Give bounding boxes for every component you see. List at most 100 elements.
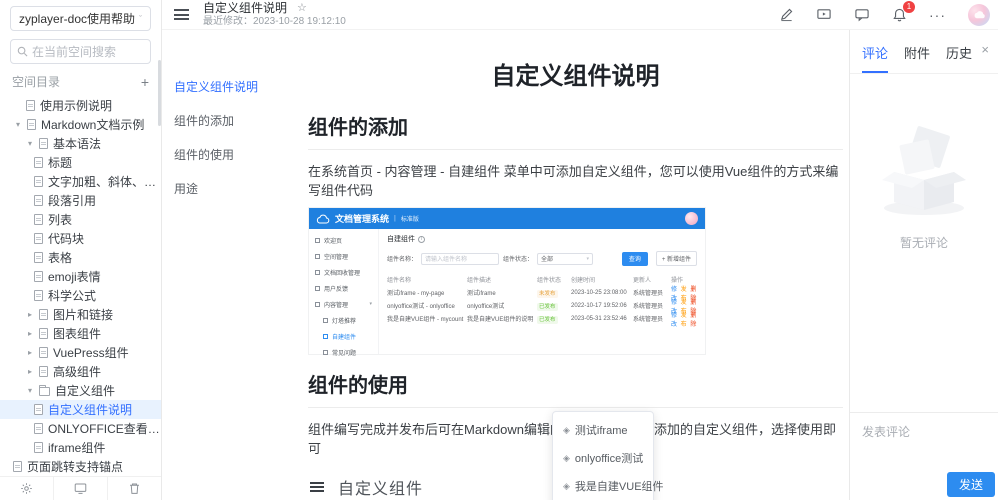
tree-item[interactable]: 文字加粗、斜体、下划线、删... [0,172,161,191]
shot-menu-subitem: 灯塔推荐 [309,312,378,328]
toc-item-active[interactable]: 自定义组件说明 [174,78,300,95]
tree-item[interactable]: iframe组件 [0,438,161,457]
doc-icon [34,176,43,187]
settings-gear-icon[interactable] [0,477,53,500]
comments-empty-state: 暂无评论 [850,74,998,412]
menu-item[interactable]: ◈我是自建VUE组件 [553,472,653,500]
status-badge: 已发布 [537,316,558,324]
tree-item[interactable]: 科学公式 [0,286,161,305]
trash-icon[interactable] [107,477,161,500]
tree-item[interactable]: 页面跳转支持锚点 [0,457,161,476]
chevron-right-icon[interactable]: ▸ [26,310,34,319]
tree-item-selected[interactable]: 自定义组件说明 [0,400,161,419]
shot-table: 组件名称组件描述组件状态创建时间更新人操作 测试iframe - my-page… [387,273,697,325]
doc-title: 自定义组件说明 [203,2,287,15]
menu-item[interactable]: ◈测试iframe [553,416,653,444]
doc-tree: 使用示例说明 ▾Markdown文档示例 ▾基本语法 标题 文字加粗、斜体、下划… [0,94,161,476]
toc-item[interactable]: 组件的使用 [174,146,300,163]
shot-separator: | [394,215,396,222]
toc-item[interactable]: 组件的添加 [174,112,300,129]
doc-icon [34,271,43,282]
search-input[interactable] [32,45,142,59]
chevron-down-icon[interactable]: ▾ [26,386,34,395]
tab-attachments[interactable]: 附件 [904,43,930,73]
user-avatar[interactable] [968,4,990,26]
tree-item[interactable]: 段落引用 [0,191,161,210]
search-icon [17,46,28,57]
tree-item[interactable]: ▾自定义组件 [0,381,161,400]
component-diamond-icon: ◈ [563,453,570,464]
tree-item[interactable]: ▸图表组件 [0,324,161,343]
tree-item[interactable]: 代码块 [0,229,161,248]
left-sidebar: zyplayer-doc使用帮助 ˇ 空间目录 + 使用示例说明 ▾Markdo… [0,0,162,500]
shot-edition: 标准版 [401,214,419,223]
last-modified-text: 最近修改：2023-10-28 19:12:10 [203,16,346,27]
tree-item[interactable]: 使用示例说明 [0,96,161,115]
tree-item[interactable]: emoji表情 [0,267,161,286]
section-heading-use: 组件的使用 [308,369,843,408]
tree-item[interactable]: ▾基本语法 [0,134,161,153]
comment-compose-area: 发送 [850,412,998,500]
shot-search-button: 查询 [622,252,648,266]
message-chat-icon[interactable] [854,7,870,22]
shot-header: 文档管理系统 | 标准版 [309,208,705,229]
close-icon[interactable]: × [981,42,989,57]
notification-badge: 1 [903,1,915,13]
star-favorite-icon[interactable]: ☆ [297,2,307,14]
space-selector[interactable]: zyplayer-doc使用帮助 ˇ [10,6,151,31]
sidebar-scrollbar[interactable] [158,60,161,126]
shot-menu-subitem: 常见问题 [309,344,378,360]
menu-burger-icon[interactable] [174,9,189,20]
tree-item[interactable]: ▾Markdown文档示例 [0,115,161,134]
directory-title: 空间目录 [12,73,60,90]
more-ellipsis-icon[interactable]: ··· [929,7,946,23]
chevron-right-icon[interactable]: ▸ [26,348,34,357]
doc-icon [13,461,22,472]
chevron-down-icon[interactable]: ▾ [26,139,34,148]
embedded-screenshot-admin: 文档管理系统 | 标准版 欢迎页 空间管理 文档回收管理 用户反馈 内容管理▾ … [308,207,706,355]
display-monitor-icon[interactable] [53,477,107,500]
directory-header: 空间目录 + [0,64,161,94]
doc-icon [34,252,43,263]
status-badge: 已发布 [537,303,558,311]
tree-item[interactable]: 表格 [0,248,161,267]
notification-bell-icon[interactable]: 1 [892,7,907,23]
custom-component-menu: ◈测试iframe ◈onlyoffice测试 ◈我是自建VUE组件 [552,411,654,500]
tree-item[interactable]: ▸高级组件 [0,362,161,381]
doc-icon [34,214,43,225]
doc-icon [27,119,36,130]
right-panel-tabs: 评论 附件 历史 [850,30,998,74]
shot-avatar [685,212,698,225]
presentation-icon[interactable] [816,7,832,22]
search-box[interactable] [10,39,151,64]
send-button[interactable]: 发送 [947,472,995,497]
app-window: zyplayer-doc使用帮助 ˇ 空间目录 + 使用示例说明 ▾Markdo… [0,0,998,500]
shot-menu-item: 欢迎页 [309,232,378,248]
chevron-right-icon[interactable]: ▸ [26,367,34,376]
edit-pencil-icon[interactable] [779,7,794,22]
status-badge: 未发布 [537,290,558,298]
doc-icon [39,138,48,149]
doc-icon [34,157,43,168]
tree-item[interactable]: 标题 [0,153,161,172]
tree-item[interactable]: ▸图片和链接 [0,305,161,324]
tab-history[interactable]: 历史 [946,43,972,73]
component-diamond-icon: ◈ [563,481,570,492]
section-body-add: 在系统首页 - 内容管理 - 自建组件 菜单中可添加自定义组件，您可以使用Vue… [308,161,843,199]
shot-name-input: 请输入组件名称 [421,253,499,265]
cloud-logo-icon [316,214,330,224]
add-doc-icon[interactable]: + [141,75,149,89]
chevron-down-icon[interactable]: ▾ [14,120,22,129]
doc-icon [39,366,48,377]
chevron-right-icon[interactable]: ▸ [26,329,34,338]
tree-item[interactable]: ONLYOFFICE查看组件 [0,419,161,438]
empty-text: 暂无评论 [900,234,948,251]
shot-status-select: 全部▾ [537,253,593,265]
menu-item[interactable]: ◈onlyoffice测试 [553,444,653,472]
tree-item[interactable]: ▸VuePress组件 [0,343,161,362]
toc-item[interactable]: 用途 [174,180,300,197]
tab-comments[interactable]: 评论 [862,43,888,73]
comment-input[interactable] [862,423,986,469]
tree-item[interactable]: 列表 [0,210,161,229]
shot-brand: 文档管理系统 [335,212,389,225]
